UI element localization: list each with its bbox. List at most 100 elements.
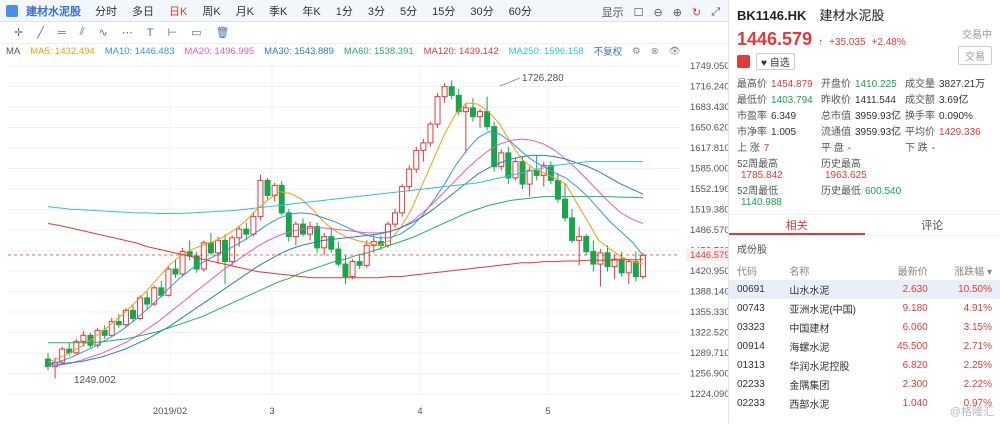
stat-item: 成交额3.69亿: [905, 91, 995, 106]
candle-body: [400, 187, 405, 213]
up-arrow-icon: ↑: [818, 37, 823, 48]
settings-icon[interactable]: ⚙: [632, 46, 641, 57]
candle-body: [173, 269, 178, 274]
candle-body: [336, 249, 341, 264]
expand-icon[interactable]: ⤢: [711, 6, 720, 19]
watchlist-label: 自选: [770, 58, 790, 69]
y-tick-label: 1749.050: [690, 61, 728, 72]
watchlist-button[interactable]: ♥ 自选: [756, 53, 795, 70]
period-tab[interactable]: 年K: [302, 3, 320, 19]
line-tool-icon[interactable]: ╱: [37, 26, 44, 39]
col-name[interactable]: 名称: [781, 261, 880, 280]
candle-body: [230, 238, 235, 262]
display-menu[interactable]: 显示: [602, 4, 624, 20]
row-price: 9.180: [880, 299, 936, 318]
ma-label[interactable]: MA: [6, 46, 20, 57]
checkbox-icon[interactable]: ☐: [634, 6, 644, 19]
channel-tool-icon[interactable]: ⫽: [80, 26, 85, 39]
table-row[interactable]: 00691山水水泥2.63010.50%: [729, 280, 1000, 299]
period-tab[interactable]: 5分: [400, 3, 417, 19]
minus-icon[interactable]: ⊖: [654, 6, 663, 19]
candle-body: [513, 162, 518, 178]
delete-tool-icon[interactable]: 🗑: [216, 26, 230, 39]
table-row[interactable]: 00914海螺水泥45.5002.71%: [729, 337, 1000, 356]
stat-value: 1411.544: [855, 95, 896, 106]
period-tab[interactable]: 60分: [509, 3, 532, 19]
trade-button[interactable]: 交易: [958, 46, 992, 65]
candle-body: [265, 180, 270, 195]
sort-icon[interactable]: ▾: [987, 267, 992, 278]
tab-comments[interactable]: 评论: [865, 215, 1000, 235]
price-change-pct: +2.48%: [872, 37, 906, 48]
stat-label: 历史最低: [821, 186, 861, 197]
stat-item: 52周最高1785.842: [737, 155, 821, 181]
candle-body: [478, 112, 483, 117]
candle-body: [633, 262, 638, 277]
ma20-value: MA20: 1496.995: [184, 46, 254, 57]
stat-item: 昨收价1411.544: [821, 91, 905, 106]
row-name: 金隅集团: [781, 375, 880, 394]
stat-label: 市盈率: [737, 111, 767, 122]
period-tab[interactable]: 3分: [368, 3, 385, 19]
stock-code: BK1146.HK: [737, 8, 806, 23]
stat-label: 成交量: [905, 79, 935, 90]
ma5-value: MA5: 1432.494: [30, 46, 94, 57]
candle-body: [251, 217, 256, 234]
y-tick-label: 1256.900: [690, 369, 728, 380]
stat-value: -: [848, 143, 851, 154]
col-change-label: 涨跌幅: [954, 267, 984, 278]
text-tool-icon[interactable]: T: [147, 27, 154, 39]
row-price: 45.500: [880, 337, 936, 356]
period-tab[interactable]: 周K: [202, 3, 220, 19]
candle-body: [470, 108, 475, 117]
row-code: 02233: [729, 375, 781, 394]
crosshair-icon[interactable]: ✛: [14, 26, 23, 39]
candle-body: [130, 310, 135, 318]
period-tab[interactable]: 月K: [236, 3, 254, 19]
stat-value: 3959.93亿: [855, 111, 901, 122]
table-row[interactable]: 01313华润水泥控股6.8202.25%: [729, 356, 1000, 375]
refresh-icon[interactable]: ↻: [692, 6, 701, 19]
y-tick-label: 1552.190: [690, 184, 728, 195]
period-tab[interactable]: 多日: [132, 3, 154, 19]
table-row[interactable]: 00743亚洲水泥(中国)9.1804.91%: [729, 299, 1000, 318]
quote-stats: 最高价1454.879开盘价1410.225成交量3827.21万最低价1403…: [729, 73, 1000, 210]
measure-tool-icon[interactable]: ⊢: [168, 26, 178, 39]
table-row[interactable]: 03323中国建材6.0603.15%: [729, 318, 1000, 337]
period-tab[interactable]: 30分: [470, 3, 493, 19]
period-tab[interactable]: 分时: [95, 3, 117, 19]
y-tick-label: 1420.950: [690, 266, 728, 277]
ma-line-ma5: [48, 103, 643, 362]
candle-body: [570, 218, 575, 240]
period-tab[interactable]: 日K: [169, 3, 187, 19]
col-change[interactable]: 涨跌幅 ▾: [936, 261, 1000, 280]
stat-item: 总市值3959.93亿: [821, 107, 905, 122]
plus-icon[interactable]: ⊕: [673, 6, 682, 19]
period-tab[interactable]: 15分: [432, 3, 455, 19]
period-tab[interactable]: 季K: [269, 3, 287, 19]
adjust-select[interactable]: 不复权: [594, 44, 623, 58]
col-price[interactable]: 最新价: [880, 261, 936, 280]
table-row[interactable]: 02233金隅集团2.3002.22%: [729, 375, 1000, 394]
tab-related[interactable]: 相关: [729, 215, 865, 235]
row-name: 海螺水泥: [781, 337, 880, 356]
stat-item: 平均价1429.336: [905, 123, 995, 138]
period-tab[interactable]: 1分: [336, 3, 353, 19]
stat-label: 52周最低: [737, 186, 778, 197]
stat-item: 开盘价1410.225: [821, 75, 905, 90]
col-code[interactable]: 代码: [729, 261, 781, 280]
candle-body: [322, 237, 327, 248]
candle-body: [598, 253, 603, 264]
stock-name: 建材水泥股: [819, 8, 884, 23]
stat-value: 1785.842: [741, 170, 783, 181]
rect-tool-icon[interactable]: ▭: [191, 26, 201, 39]
wave-tool-icon[interactable]: ∿: [99, 26, 108, 39]
close-icon[interactable]: ⊗: [651, 46, 659, 57]
fibonacci-tool-icon[interactable]: ⋯: [122, 26, 133, 39]
kline-chart[interactable]: 1749.0501716.2401683.4301650.6201617.810…: [0, 58, 728, 423]
y-tick-label: 1289.710: [690, 348, 728, 359]
ma-legend: MA MA5: 1432.494 MA10: 1446.483 MA20: 14…: [0, 44, 728, 58]
kline-chart-svg[interactable]: 1749.0501716.2401683.4301650.6201617.810…: [0, 58, 728, 423]
hline-tool-icon[interactable]: ═: [58, 27, 66, 39]
eye-icon[interactable]: 👁: [669, 46, 681, 57]
